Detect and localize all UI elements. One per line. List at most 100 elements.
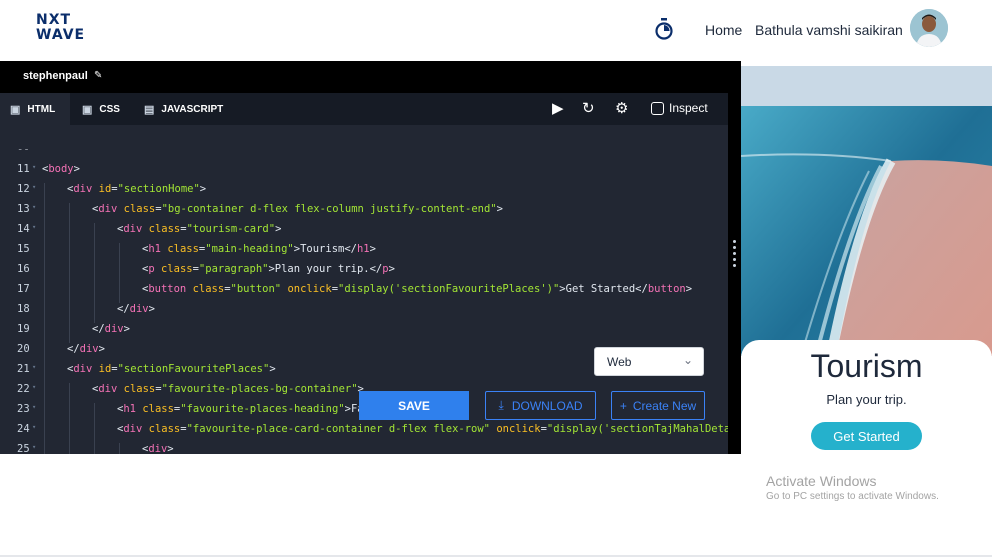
- user-name[interactable]: Bathula vamshi saikiran: [755, 22, 903, 38]
- tab-html[interactable]: ▣ HTML: [0, 93, 70, 125]
- tab-css[interactable]: ▣ CSS: [72, 93, 132, 125]
- indent-guide: [69, 303, 70, 323]
- create-new-label: Create New: [632, 398, 697, 413]
- line-number: 17: [17, 283, 30, 295]
- code-line[interactable]: 12 ▾ <div id="sectionHome">: [0, 183, 728, 203]
- download-button[interactable]: ⤓ DOWNLOAD: [485, 391, 596, 420]
- project-name[interactable]: stephenpaul: [23, 70, 88, 82]
- indent-guide: [44, 303, 45, 323]
- avatar[interactable]: [910, 9, 948, 47]
- code-line[interactable]: 15 <h1 class="main-heading">Tourism</h1>: [0, 243, 728, 263]
- code-text: </div>: [117, 303, 155, 315]
- code-line[interactable]: 25 ▾ <div>: [0, 443, 728, 454]
- code-line[interactable]: 11 ▾ <body>: [0, 163, 728, 183]
- inspect-label: Inspect: [669, 101, 708, 115]
- code-line[interactable]: 13 ▾ <div class="bg-container d-flex flex-…: [0, 203, 728, 223]
- inspect-checkbox[interactable]: [651, 101, 664, 115]
- chevron-down-icon: ⌄: [682, 353, 693, 367]
- fold-arrow-icon[interactable]: ▾: [32, 223, 36, 231]
- line-number: 24: [17, 423, 30, 435]
- fold-arrow-icon[interactable]: ▾: [32, 383, 36, 391]
- tourism-heading: Tourism: [810, 348, 923, 384]
- code-line[interactable]: 14 ▾ <div class="tourism-card">: [0, 223, 728, 243]
- create-new-button[interactable]: + Create New: [611, 391, 705, 420]
- preview-mode-select[interactable]: Web ⌄: [594, 347, 704, 376]
- indent-guide: [44, 343, 45, 363]
- line-number: 15: [17, 243, 30, 255]
- indent-guide: [44, 263, 45, 283]
- nav-home-link[interactable]: Home: [705, 22, 742, 38]
- line-number: 18: [17, 303, 30, 315]
- css3-icon: ▣: [82, 103, 93, 116]
- code-line[interactable]: 24 ▾ <div class="favourite-place-card-cont…: [0, 423, 728, 443]
- logo-line1: NXT: [36, 12, 72, 28]
- line-number: 13: [17, 203, 30, 215]
- drag-handle-icon[interactable]: [733, 240, 736, 270]
- indent-guide: [44, 363, 45, 383]
- tab-html-label: HTML: [27, 103, 56, 115]
- timer-icon[interactable]: [654, 18, 674, 40]
- indent-guide: [44, 383, 45, 403]
- indent-guide: [119, 263, 120, 283]
- settings-icon[interactable]: ⚙: [615, 101, 628, 117]
- fold-arrow-icon[interactable]: ▾: [32, 203, 36, 211]
- line-number: 23: [17, 403, 30, 415]
- code-text: <div class="favourite-place-card-contain…: [117, 423, 728, 435]
- fold-arrow-icon[interactable]: ▾: [32, 403, 36, 411]
- indent-guide: [44, 403, 45, 423]
- get-started-button[interactable]: Get Started: [811, 422, 922, 450]
- code-text: <h1 class="main-heading">Tourism</h1>: [142, 243, 376, 255]
- code-text: <div id="sectionFavouritePlaces">: [67, 363, 276, 375]
- beach-image: [741, 66, 992, 356]
- code-text: </div>: [92, 323, 130, 335]
- download-label: DOWNLOAD: [511, 398, 583, 413]
- code-text: <button class="button" onclick="display(…: [142, 283, 693, 295]
- fold-arrow-icon[interactable]: ▾: [32, 163, 36, 171]
- line-number: 25: [17, 443, 30, 454]
- code-line[interactable]: --: [0, 149, 728, 163]
- indent-guide: [44, 203, 45, 223]
- save-button[interactable]: SAVE: [359, 391, 469, 420]
- indent-guide: [44, 283, 45, 303]
- indent-guide: [69, 323, 70, 343]
- activate-windows-subtitle: Go to PC settings to activate Windows.: [766, 491, 939, 502]
- code-line[interactable]: 19 </div>: [0, 323, 728, 343]
- play-icon[interactable]: ▶: [552, 101, 564, 117]
- code-text: <p class="paragraph">Plan your trip.</p>: [142, 263, 395, 275]
- indent-guide: [119, 283, 120, 303]
- indent-guide: [94, 303, 95, 323]
- code-text: <div>: [142, 443, 174, 454]
- preview-panel: Tourism Plan your trip. Get Started: [741, 66, 992, 454]
- line-number: 14: [17, 223, 30, 235]
- inspect-toggle[interactable]: Inspect: [651, 101, 708, 115]
- code-editor-panel: stephenpaul ✎ ▣ HTML ▣ CSS ▤ JAVASCRIPT …: [0, 61, 728, 454]
- code-text: <div class="tourism-card">: [117, 223, 282, 235]
- fold-arrow-icon[interactable]: ▾: [32, 363, 36, 371]
- code-text: </div>: [67, 343, 105, 355]
- indent-guide: [119, 443, 120, 454]
- plus-icon: +: [619, 398, 627, 413]
- reset-icon[interactable]: ↻: [582, 101, 595, 117]
- indent-guide: [94, 403, 95, 423]
- edit-pencil-icon[interactable]: ✎: [94, 70, 102, 81]
- code-text: <div id="sectionHome">: [67, 183, 207, 195]
- nxtwave-logo[interactable]: NXT WAVE: [36, 13, 88, 45]
- indent-guide: [119, 243, 120, 263]
- tourism-paragraph: Plan your trip.: [826, 392, 907, 407]
- js-file-icon: ▤: [144, 103, 155, 116]
- fold-arrow-icon[interactable]: ▾: [32, 443, 36, 451]
- tab-css-label: CSS: [99, 103, 120, 115]
- code-line[interactable]: 16 <p class="paragraph">Plan your trip.</…: [0, 263, 728, 283]
- fold-arrow-icon[interactable]: ▾: [32, 423, 36, 431]
- code-text: <div class="bg-container d-flex flex-col…: [92, 203, 503, 215]
- tab-javascript[interactable]: ▤ JAVASCRIPT: [134, 93, 234, 125]
- indent-guide: [44, 423, 45, 443]
- tourism-card: Tourism Plan your trip. Get Started: [741, 340, 992, 454]
- editor-tabs: ▣ HTML ▣ CSS ▤ JAVASCRIPT ▶ ↻ ⚙: [0, 93, 728, 125]
- download-icon: ⤓: [498, 398, 504, 412]
- top-navbar: NXT WAVE Home Bathula vamshi saikiran: [0, 0, 992, 61]
- indent-guide: [69, 283, 70, 303]
- code-line[interactable]: 17 <button class="button" onclick="displa…: [0, 283, 728, 303]
- code-line[interactable]: 18 </div>: [0, 303, 728, 323]
- fold-arrow-icon[interactable]: ▾: [32, 183, 36, 191]
